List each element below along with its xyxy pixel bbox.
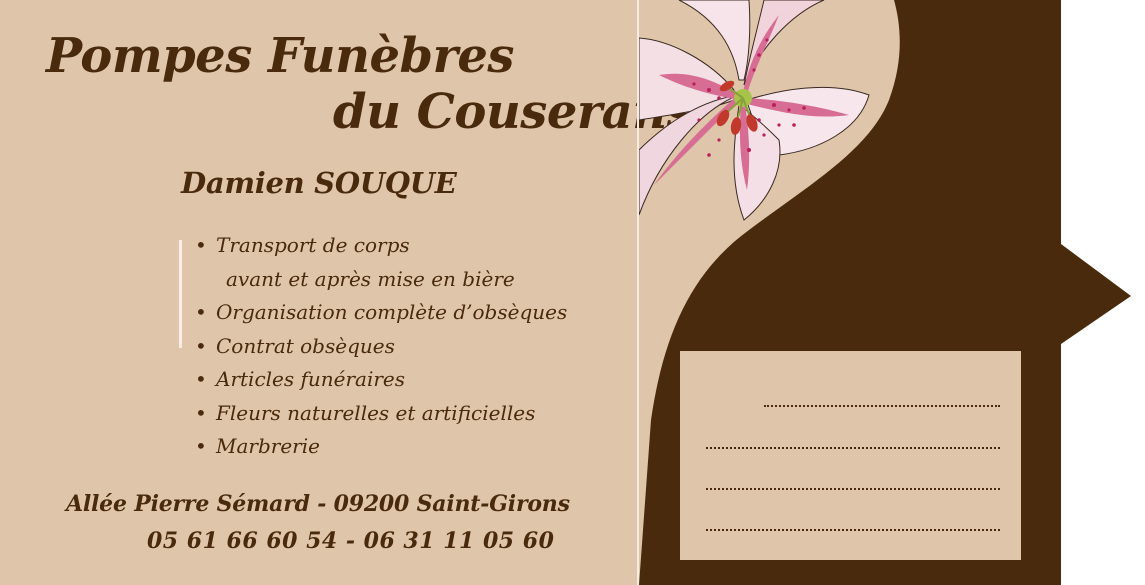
service-item: • Contrat obsèques xyxy=(195,330,567,364)
phone-numbers: 05 61 66 60 54 - 06 31 11 05 60 xyxy=(147,528,555,554)
address-line-4 xyxy=(706,529,1000,531)
service-item-continued: avant et après mise en bière xyxy=(226,266,515,291)
service-item: • Fleurs naturelles et artificielles xyxy=(195,397,567,431)
address-line-3 xyxy=(706,488,1000,490)
services-divider xyxy=(179,240,182,348)
service-item: • Transport de corps xyxy=(195,229,567,263)
address: Allée Pierre Sémard - 09200 Saint-Girons xyxy=(66,491,570,517)
service-item: • Articles funéraires xyxy=(195,363,567,397)
bullet-icon: • xyxy=(195,233,207,257)
owner-name: Damien SOUQUE xyxy=(181,166,457,200)
address-line-2 xyxy=(706,447,1000,449)
bullet-icon: • xyxy=(195,300,207,324)
service-item: • Marbrerie xyxy=(195,430,567,464)
bullet-icon: • xyxy=(195,367,207,391)
bullet-icon: • xyxy=(195,333,207,358)
address-line-1 xyxy=(764,405,1000,407)
company-name-line1: Pompes Funèbres xyxy=(46,28,514,84)
services-list: • Transport de corps avant et après mise … xyxy=(195,229,567,464)
address-form-box xyxy=(680,351,1021,560)
business-card-front: Pompes Funèbres du Couserans Damien SOUQ… xyxy=(0,0,694,585)
bullet-icon: • xyxy=(195,434,207,458)
bullet-icon: • xyxy=(195,400,207,425)
service-item: • Organisation complète d’obsèques xyxy=(195,296,567,330)
